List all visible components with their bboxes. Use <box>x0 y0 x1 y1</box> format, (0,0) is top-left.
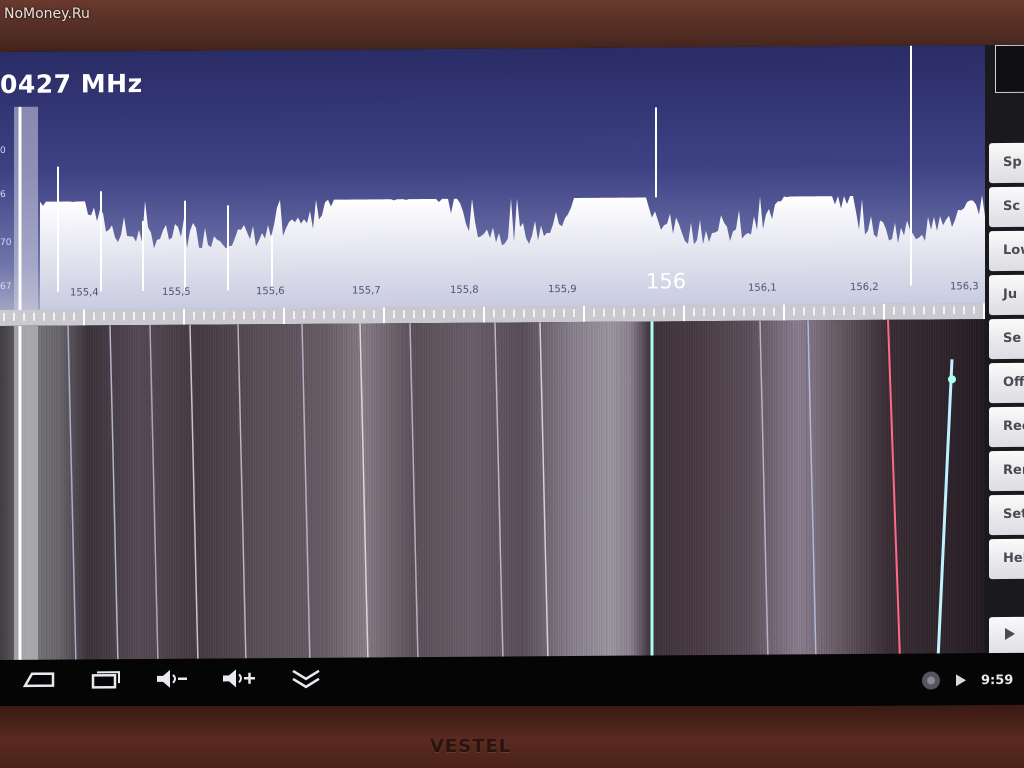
tick-label: 155,7 <box>352 285 381 297</box>
right-sidebar: Sp Sc Low Ju Se Off Rec Rem Setti Help <box>985 44 1024 660</box>
volume-down-icon[interactable] <box>154 667 190 691</box>
waterfall-trace <box>67 325 77 666</box>
tick-label: 156,1 <box>748 282 777 294</box>
play-icon <box>1005 627 1015 640</box>
waterfall-trace <box>237 324 247 665</box>
sdr-screen: 0427 MHz 0 6 70 67 155,4 155,5 155,6 155… <box>0 44 1024 667</box>
tick-label: 155,4 <box>70 287 99 299</box>
hide-icon[interactable] <box>290 666 322 692</box>
signal-point <box>948 375 956 384</box>
waterfall-trace <box>539 322 549 663</box>
android-navigation-bar: 9:59 <box>0 652 1024 712</box>
sidebar-button-rem[interactable]: Rem <box>989 450 1024 492</box>
sidebar-button-help[interactable]: Help <box>989 538 1024 580</box>
waterfall-trace <box>759 320 769 661</box>
sidebar-button-sp[interactable]: Sp <box>989 142 1024 184</box>
tick-label: 155,9 <box>548 283 577 296</box>
recent-apps-icon[interactable] <box>90 667 122 691</box>
tick-label: 155,6 <box>256 286 285 298</box>
sidebar-button-settings[interactable]: Setti <box>989 494 1024 536</box>
frequency-readout[interactable]: 0427 MHz <box>0 69 143 99</box>
sidebar-button-off[interactable]: Off <box>989 362 1024 404</box>
passband-waterfall <box>14 325 38 666</box>
play-status-icon <box>956 674 966 687</box>
y-label: 0 <box>0 145 6 156</box>
waterfall-trace <box>409 323 419 664</box>
waterfall-trace <box>359 323 369 664</box>
waterfall-display[interactable] <box>0 319 985 666</box>
brand-logo: VESTEL <box>430 736 512 757</box>
waterfall-lines <box>14 319 956 666</box>
waterfall-trace <box>807 320 817 661</box>
waterfall-trace <box>301 323 311 664</box>
tick-label: 155,8 <box>450 284 479 296</box>
sidebar-top-slot <box>995 44 1024 94</box>
tick-label: 156,3 <box>950 281 979 293</box>
y-label: 70 <box>0 237 12 248</box>
watermark: NoMoney.Ru <box>4 6 90 22</box>
status-time: 9:59 <box>981 672 1014 689</box>
signal-trace-red <box>887 319 901 660</box>
signal-trace-cyan <box>936 359 954 660</box>
waterfall-trace <box>494 322 504 663</box>
back-icon[interactable] <box>22 668 56 692</box>
center-frequency-label: 156 <box>646 269 687 294</box>
tv-bezel-bottom: VESTEL <box>0 706 1024 768</box>
sidebar-button-ju[interactable]: Ju <box>989 274 1024 316</box>
tick-label: 156,2 <box>850 281 879 294</box>
volume-up-icon[interactable] <box>220 666 258 690</box>
y-axis-labels: 0 6 70 67 <box>0 142 14 302</box>
waterfall-trace <box>149 324 159 665</box>
sidebar-button-sc[interactable]: Sc <box>989 186 1024 228</box>
waterfall-trace <box>109 325 119 666</box>
sidebar-play-button[interactable] <box>989 616 1024 658</box>
spectrum-panel[interactable]: 0427 MHz 0 6 70 67 155,4 155,5 155,6 155… <box>0 45 995 318</box>
waterfall-trace <box>189 324 199 665</box>
sidebar-button-se[interactable]: Se <box>989 318 1024 360</box>
y-label: 6 <box>0 189 6 200</box>
sidebar-button-rec[interactable]: Rec <box>989 406 1024 448</box>
tick-label: 155,5 <box>162 286 191 298</box>
notification-icon[interactable] <box>920 669 942 691</box>
sidebar-button-low[interactable]: Low <box>989 230 1024 272</box>
spectrum-plot <box>14 45 990 317</box>
